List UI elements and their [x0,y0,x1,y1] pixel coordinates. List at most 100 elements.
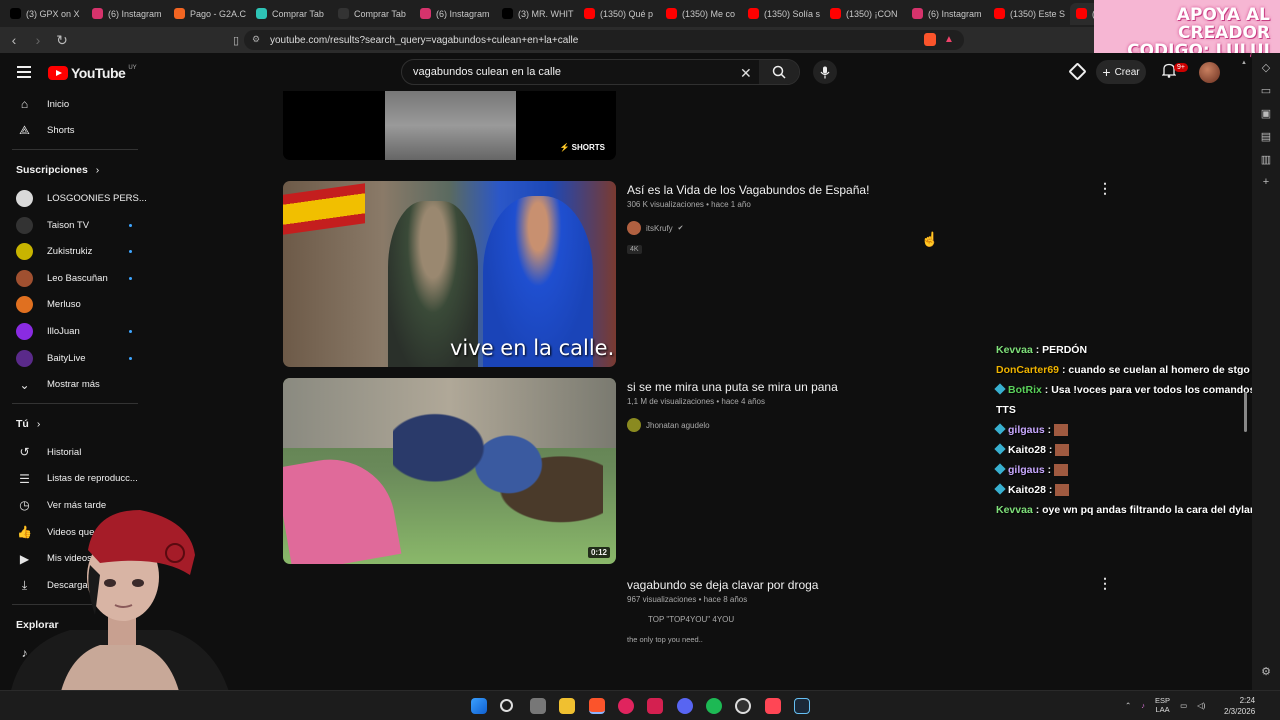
subscription-item[interactable]: Merluso [0,292,150,319]
microphone-tray-icon[interactable]: ♪ [1141,701,1145,710]
youtube-logo[interactable]: YouTube UY [48,65,137,81]
chat-username: Kevvaa [996,344,1033,356]
shorts-shelf-item[interactable]: ⚡ SHORTS [283,91,616,160]
bookmarks-icon[interactable]: ▤ [1261,130,1271,143]
clock-time: 2:24 [1239,696,1256,705]
file-explorer-icon[interactable] [559,698,575,714]
chat-scrollbar-thumb[interactable] [1244,392,1247,432]
home-icon: ⌂ [20,97,29,112]
chat-badge-icon [994,423,1006,435]
reading-list-icon[interactable]: ▭ [1261,84,1271,97]
add-panel-icon[interactable]: + [1263,176,1269,188]
browser-tab[interactable]: (1350) ¡CON [824,3,906,25]
playlist-icon: ☰ [19,471,30,486]
subscriptions-header[interactable]: Suscripciones › [0,155,150,185]
video-title[interactable]: Así es la Vida de los Vagabundos de Espa… [627,183,869,197]
account-avatar[interactable] [1199,62,1220,83]
channel-avatar [16,296,33,314]
task-view-icon[interactable] [530,698,546,714]
browser-tab[interactable]: (1350) Me co [660,3,742,25]
you-item[interactable]: ↺ Historial [0,439,150,466]
browser-tab[interactable]: (1350) Qué p [578,3,660,25]
taskbar-clock[interactable]: 2:24 2/3/2026 [1224,695,1256,717]
video-channel[interactable]: itsKrufy ✔ [627,221,684,235]
video-thumbnail[interactable]: 0:12 [283,378,616,564]
browser-tab-label: Pago - G2A.C [190,8,247,19]
page-scrollbar[interactable]: ▲ [1241,60,1247,685]
chevron-right-icon: › [36,417,41,430]
sidebar-item-shorts[interactable]: ⟁ Shorts [0,118,150,145]
url-field[interactable]: ⚙ youtube.com/results?search_query=vagab… [244,30,964,50]
browser-tab[interactable]: (6) Instagram [414,3,496,25]
video-thumbnail[interactable]: vive en la calle. [283,181,616,367]
windows-taskbar: ⌃ ♪ ESP LAA ▭ ◁) 2:24 2/3/2026 [0,690,1280,720]
windows-start-icon[interactable] [471,698,487,714]
search-icon[interactable] [500,699,513,712]
subscription-label: IlloJuan [47,325,80,337]
forward-icon[interactable]: › [28,30,48,50]
valorant-icon[interactable] [765,698,781,714]
back-icon[interactable]: ‹ [4,30,24,50]
subscription-item[interactable]: IlloJuan [0,318,150,345]
menu-icon[interactable] [17,66,31,78]
subscription-item[interactable]: BaityLive [0,345,150,372]
tray-chevron-icon[interactable]: ⌃ [1125,701,1131,710]
cast-icon[interactable] [1068,62,1087,81]
reload-icon[interactable]: ↻ [52,30,72,50]
create-button[interactable]: + Crear [1096,60,1146,84]
voice-search-button[interactable] [813,60,837,84]
video-title[interactable]: si se me mira una puta se mira un pana [627,380,838,394]
bookmark-icon[interactable]: ▯ [226,30,246,50]
subscription-item[interactable]: Leo Bascuñan [0,265,150,292]
spotify-icon[interactable] [706,698,722,714]
obs-icon[interactable] [735,698,751,714]
more-options-icon[interactable]: ⋮ [1098,180,1112,197]
channel-name: Jhonatan agudelo [646,420,710,430]
clear-icon[interactable]: ✕ [740,65,752,82]
browser-tab[interactable]: (3) GPX on X [4,3,86,25]
search-input[interactable] [402,66,722,78]
volume-icon[interactable]: ◁) [1197,701,1205,710]
subscription-label: BaityLive [47,352,86,364]
subscription-item[interactable]: Taison TV [0,212,150,239]
browser-tab[interactable]: Comprar Tab [250,3,332,25]
wallet-icon[interactable]: ▣ [1261,107,1271,120]
adobe-icon[interactable] [647,698,663,714]
settings-icon[interactable]: ⚙ [1261,665,1271,678]
scrollbar-up-arrow[interactable]: ▲ [1241,60,1247,66]
brave-shield-icon[interactable] [924,33,936,46]
browser-tab[interactable]: Comprar Tab [332,3,414,25]
video-channel[interactable]: Jhonatan agudelo [627,418,710,432]
steam-icon[interactable] [794,698,810,714]
browser-side-panel: ◇ ▭ ▣ ▤ ▥ + ⚙ [1252,53,1280,690]
more-options-icon[interactable]: ⋮ [1098,575,1112,592]
discord-icon[interactable] [677,698,693,714]
video-title[interactable]: vagabundo se deja clavar por droga [627,578,818,592]
brave-browser-icon[interactable] [589,698,605,714]
sidebar-item-inicio[interactable]: ⌂ Inicio [0,91,150,118]
browser-tab[interactable]: Pago - G2A.C [168,3,250,25]
show-more-button[interactable]: ⌄ Mostrar más [0,371,150,398]
site-info-icon[interactable]: ⚙ [252,34,260,45]
ai-icon[interactable]: ◇ [1262,61,1270,74]
browser-tab[interactable]: (3) MR. WHIT [496,3,578,25]
you-item[interactable]: ☰ Listas de reproducc... [0,466,150,493]
history-panel-icon[interactable]: ▥ [1261,153,1271,166]
subscription-label: Merluso [47,299,81,311]
browser-tab[interactable]: (6) Instagram [906,3,988,25]
browser-tab[interactable]: (1350) Este S [988,3,1070,25]
network-icon[interactable]: ▭ [1180,701,1187,710]
chat-message: BotRix : Usa !voces para ver todos los c… [994,380,1280,420]
media-player-icon[interactable] [618,698,634,714]
video-channel[interactable]: TOP "TOP4YOU" 4YOU [648,615,734,624]
subscription-item[interactable]: Zukistrukiz [0,238,150,265]
browser-tab[interactable]: (6) Instagram [86,3,168,25]
subscription-item[interactable]: LOSGOONIES PERS... [0,185,150,212]
search-button[interactable] [759,60,799,84]
brave-rewards-icon[interactable]: ▲ [944,34,954,45]
browser-tab[interactable]: (1350) Solía s [742,3,824,25]
language-indicator[interactable]: ESP LAA [1155,696,1170,714]
chevron-down-icon: ⌄ [19,377,30,392]
you-header[interactable]: Tú › [0,409,150,439]
youtube-icon [830,8,841,19]
